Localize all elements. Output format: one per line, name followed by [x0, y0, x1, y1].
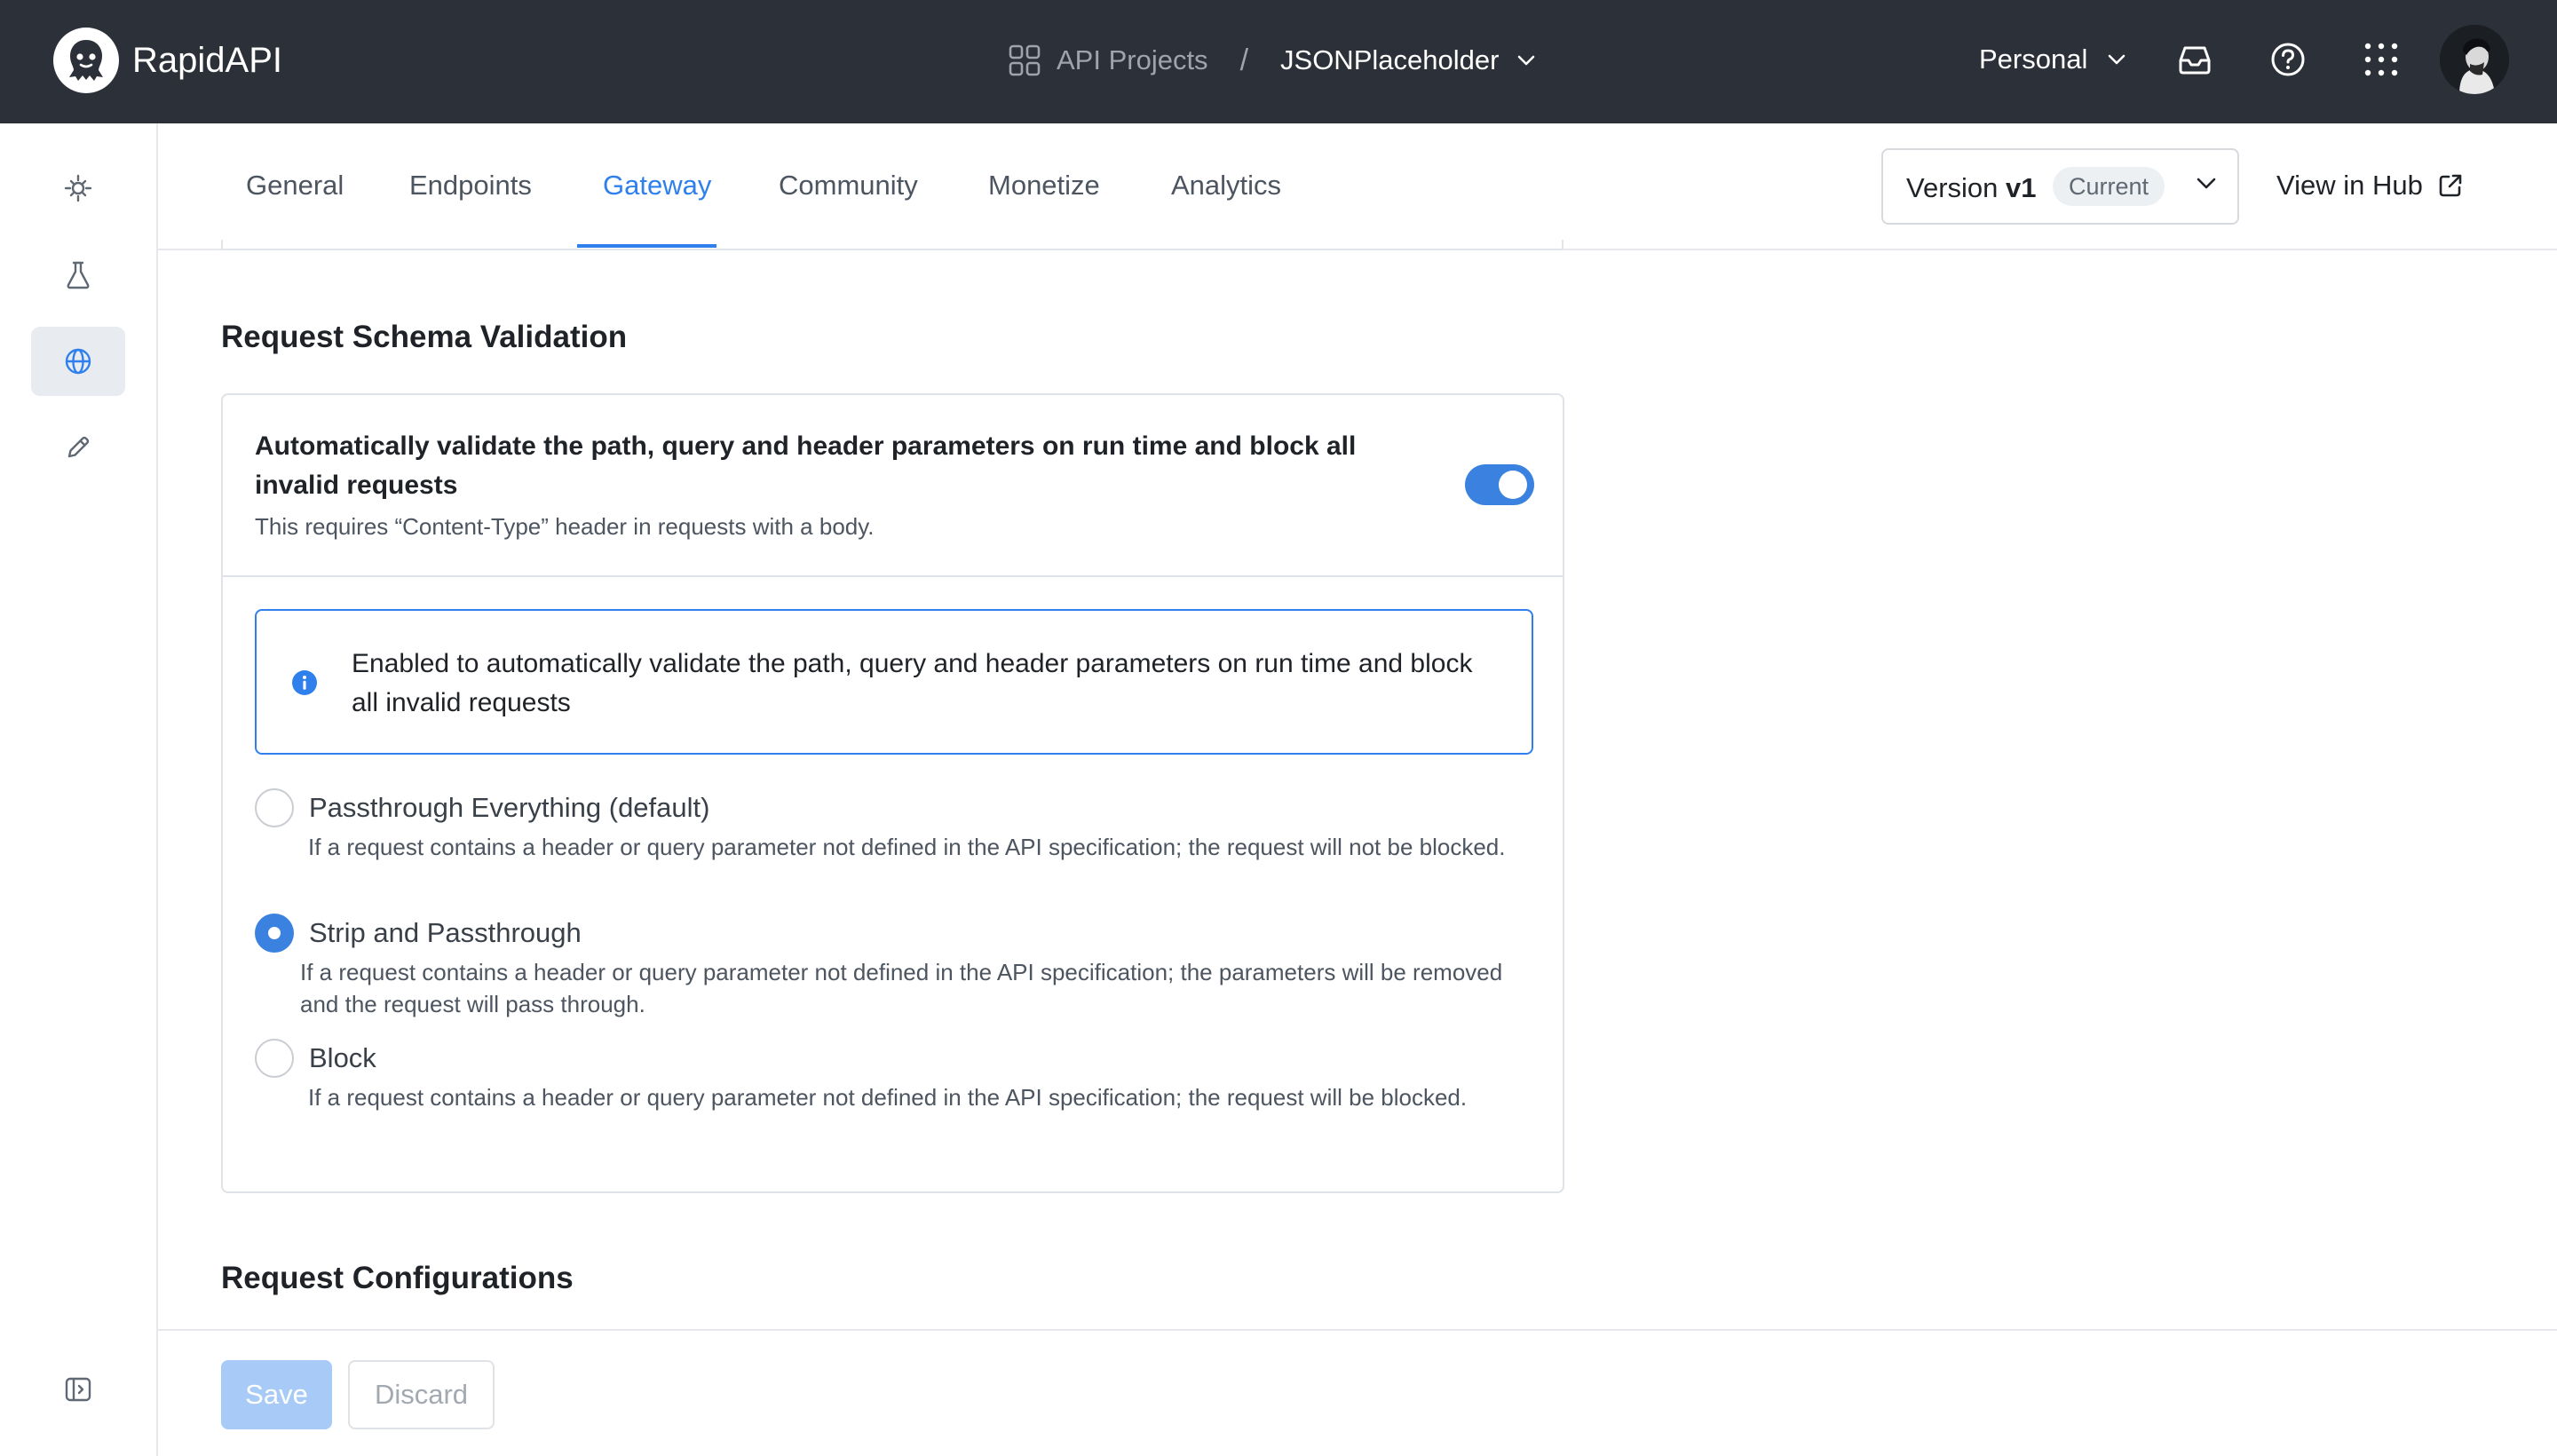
validation-info-text: Enabled to automatically validate the pa… — [352, 649, 1473, 717]
chevron-down-icon — [2197, 178, 2216, 189]
pencil-icon — [67, 436, 90, 458]
request-schema-validation-title: Request Schema Validation — [221, 320, 628, 354]
workspace-label: Personal — [1979, 44, 2088, 75]
action-footer: Save Discard — [158, 1329, 2557, 1456]
user-avatar[interactable] — [2440, 25, 2509, 94]
version-prefix: Version — [1906, 172, 1999, 203]
globe-icon — [65, 348, 91, 375]
schema-validation-subtext: This requires “Content-Type” header in r… — [255, 513, 875, 540]
previous-card-edge — [221, 240, 1563, 250]
version-current-badge: Current — [2053, 167, 2165, 206]
inbox-icon[interactable] — [2176, 41, 2213, 78]
discard-button[interactable]: Discard — [348, 1360, 495, 1429]
hub-icon — [64, 174, 92, 202]
tab-monetize[interactable]: Monetize — [988, 168, 1100, 203]
sidebar-item-gateway[interactable] — [31, 327, 125, 396]
breadcrumb-api-projects[interactable]: API Projects — [1009, 44, 1208, 76]
option-description: If a request contains a header or query … — [308, 1084, 1468, 1111]
rapidapi-logo-icon[interactable] — [53, 28, 119, 93]
sidebar-item-testing[interactable] — [31, 241, 125, 310]
flask-icon — [67, 261, 90, 289]
breadcrumb-api-name[interactable]: JSONPlaceholder — [1280, 44, 1499, 76]
option-label: Passthrough Everything (default) — [309, 792, 710, 823]
chevron-down-icon[interactable] — [1516, 54, 1536, 67]
save-button[interactable]: Save — [221, 1360, 332, 1429]
external-link-icon — [2439, 174, 2462, 197]
schema-validation-header: Automatically validate the path, query a… — [223, 395, 1563, 577]
tab-endpoints[interactable]: Endpoints — [409, 168, 532, 203]
option-label: Strip and Passthrough — [309, 917, 582, 948]
projects-grid-icon — [1009, 44, 1041, 76]
schema-validation-heading: Automatically validate the path, query a… — [255, 431, 1357, 500]
radio-passthrough-everything[interactable] — [255, 788, 294, 827]
radio-strip-and-passthrough[interactable] — [255, 914, 294, 953]
left-sidebar — [0, 123, 158, 1456]
collapse-sidebar-button[interactable] — [31, 1355, 125, 1424]
version-label: Version v1 — [1906, 170, 2037, 206]
collapse-sidebar-icon — [65, 1377, 91, 1402]
view-in-hub-link[interactable]: View in Hub — [2276, 168, 2464, 203]
apps-grid-icon[interactable] — [2363, 41, 2400, 78]
breadcrumb-projects-label: API Projects — [1057, 44, 1208, 75]
radio-block[interactable] — [255, 1039, 294, 1078]
breadcrumb: API Projects / JSONPlaceholder — [1009, 36, 1536, 85]
validation-info-banner: Enabled to automatically validate the pa… — [255, 609, 1533, 755]
schema-validation-card: Automatically validate the path, query a… — [221, 393, 1564, 1193]
version-number: v1 — [2006, 172, 2037, 203]
info-icon — [292, 670, 317, 695]
help-icon[interactable] — [2269, 41, 2307, 78]
toggle-knob — [1499, 471, 1527, 499]
tab-gateway[interactable]: Gateway — [603, 168, 711, 203]
tab-general[interactable]: General — [246, 168, 344, 203]
tab-analytics[interactable]: Analytics — [1171, 168, 1281, 203]
project-tabs: General Endpoints Gateway Community Mone… — [158, 123, 2557, 250]
option-label: Block — [309, 1042, 376, 1073]
option-description: If a request contains a header or query … — [300, 959, 1503, 1017]
top-header: RapidAPI API Projects / JSONPlaceholder … — [0, 0, 2557, 123]
sidebar-item-edit[interactable] — [31, 413, 125, 482]
view-in-hub-label: View in Hub — [2276, 170, 2423, 201]
schema-validation-toggle[interactable] — [1465, 464, 1534, 505]
sidebar-item-hub[interactable] — [31, 154, 125, 223]
workspace-selector[interactable]: Personal — [1979, 39, 2126, 80]
chevron-down-icon — [2109, 54, 2126, 65]
option-description: If a request contains a header or query … — [308, 834, 1506, 860]
brand-name[interactable]: RapidAPI — [132, 40, 282, 81]
request-configurations-title: Request Configurations — [221, 1261, 574, 1295]
version-selector[interactable]: Version v1 Current — [1881, 148, 2239, 225]
tab-community[interactable]: Community — [779, 168, 918, 203]
breadcrumb-separator: / — [1239, 43, 1249, 77]
